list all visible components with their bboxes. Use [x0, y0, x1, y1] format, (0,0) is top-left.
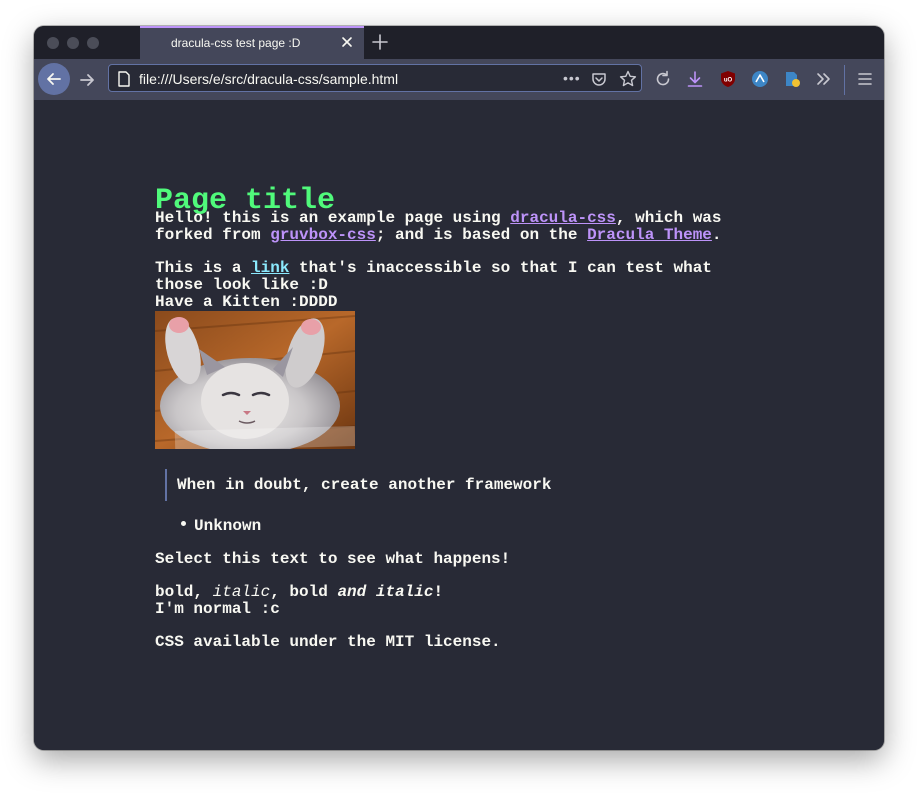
close-window-dot[interactable]: [47, 37, 59, 49]
select-text-paragraph[interactable]: Select this text to see what happens!: [155, 551, 510, 568]
separator-text: ,: [193, 583, 213, 601]
svg-text:uO: uO: [724, 78, 733, 84]
ublock-icon[interactable]: uO: [719, 70, 737, 88]
extension-icon[interactable]: [751, 70, 769, 88]
blockquote: When in doubt, create another framework: [165, 469, 551, 501]
toolbar-separator: [844, 65, 845, 95]
browser-window: dracula-css test page :D file:///Users/e…: [34, 26, 884, 750]
tab-active[interactable]: dracula-css test page :D: [140, 26, 364, 59]
intro-text: .: [711, 226, 722, 244]
inaccessible-link[interactable]: link: [251, 259, 289, 277]
intro-paragraph: Hello! this is an example page using dra…: [155, 210, 745, 244]
normal-text: I'm normal :c: [155, 600, 280, 618]
forward-icon[interactable]: [78, 71, 96, 89]
more-icon[interactable]: •••: [563, 70, 581, 86]
overflow-icon[interactable]: [815, 70, 833, 88]
tab-strip: dracula-css test page :D: [34, 26, 884, 59]
navigation-toolbar: file:///Users/e/src/dracula-css/sample.h…: [34, 59, 884, 100]
close-icon[interactable]: [340, 35, 354, 49]
bold-text: bold: [155, 583, 194, 601]
separator-text: !: [433, 583, 444, 601]
intro-text: Hello! this is an example page using: [155, 209, 511, 227]
kitten-caption: Have a Kitten :DDDD: [155, 293, 338, 311]
star-icon[interactable]: [619, 70, 637, 88]
page-icon: [118, 71, 130, 87]
page-content: Page title Hello! this is an example pag…: [34, 100, 884, 750]
reload-icon[interactable]: [654, 70, 672, 88]
back-icon: [47, 73, 61, 85]
separator-text: ,: [270, 583, 290, 601]
bold-italic-text: and italic: [337, 583, 434, 601]
dracula-css-link[interactable]: dracula-css: [510, 209, 616, 227]
extension-icon[interactable]: [783, 70, 801, 88]
tab-title: dracula-css test page :D: [171, 36, 301, 50]
dracula-theme-link[interactable]: Dracula Theme: [587, 226, 712, 244]
formatting-paragraph: bold, italic, bold and italic! I'm normal…: [155, 584, 443, 618]
bold-text: bold: [289, 583, 338, 601]
minimize-window-dot[interactable]: [67, 37, 79, 49]
zoom-window-dot[interactable]: [87, 37, 99, 49]
url-text[interactable]: file:///Users/e/src/dracula-css/sample.h…: [139, 71, 398, 87]
bullet-icon: [181, 521, 186, 527]
link-paragraph: This is a link that's inaccessible so th…: [155, 260, 745, 311]
italic-text: italic: [212, 583, 271, 601]
pocket-icon[interactable]: [591, 71, 607, 87]
download-icon[interactable]: [686, 70, 704, 88]
blockquote-text: When in doubt, create another framework: [177, 475, 552, 494]
intro-text: ; and is based on the: [375, 226, 588, 244]
url-bar[interactable]: file:///Users/e/src/dracula-css/sample.h…: [108, 64, 642, 92]
gruvbox-css-link[interactable]: gruvbox-css: [270, 226, 376, 244]
new-tab-icon[interactable]: [372, 34, 388, 50]
back-button[interactable]: [38, 63, 70, 95]
list-item: Unknown: [194, 517, 262, 535]
menu-icon[interactable]: [856, 70, 874, 88]
license-paragraph: CSS available under the MIT license.: [155, 633, 501, 651]
paragraph-text: This is a: [155, 259, 252, 277]
unordered-list: Unknown: [181, 518, 261, 535]
kitten-image: [155, 311, 355, 449]
